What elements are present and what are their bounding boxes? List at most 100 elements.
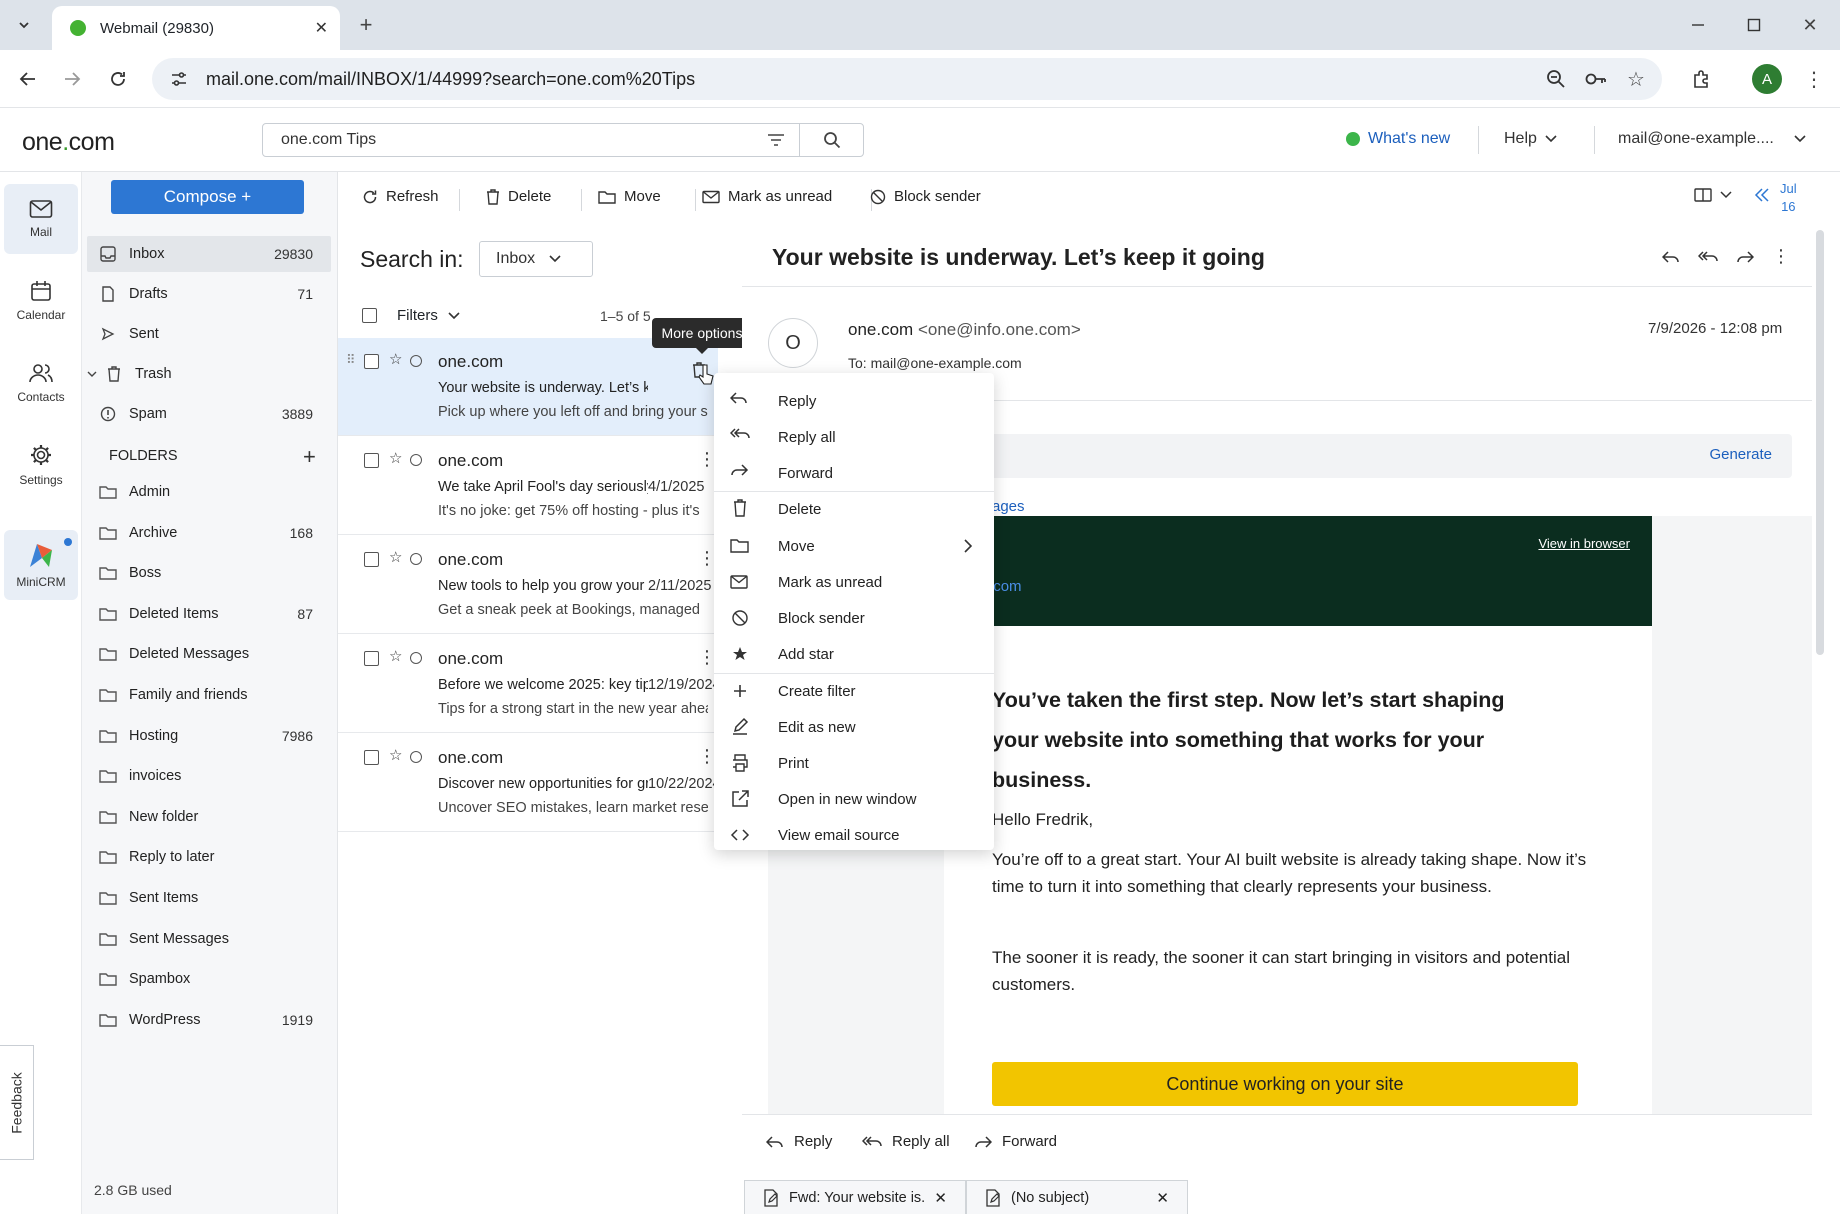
forward-nav-icon[interactable] — [58, 65, 86, 93]
row-checkbox[interactable] — [364, 354, 379, 369]
close-draft-icon[interactable]: ✕ — [1156, 1189, 1169, 1207]
search-scope-select[interactable]: Inbox — [479, 241, 593, 277]
folder-item[interactable]: Hosting 7986 — [87, 718, 331, 754]
folder-item[interactable]: Spambox — [87, 961, 331, 997]
folder-item[interactable]: Admin — [87, 474, 331, 510]
reply-icon[interactable] — [1662, 250, 1680, 264]
row-checkbox[interactable] — [364, 552, 379, 567]
folder-item[interactable]: invoices — [87, 758, 331, 794]
menu-item-forward[interactable]: Forward — [714, 455, 994, 491]
whats-new-link[interactable]: What's new — [1346, 130, 1450, 148]
maximize-icon[interactable] — [1740, 11, 1768, 39]
message-row[interactable]: ☆ one.com Before we welcome 2025: key tips… — [338, 635, 721, 733]
compose-button[interactable]: Compose + — [111, 180, 304, 214]
star-icon[interactable]: ☆ — [389, 746, 402, 764]
folder-inbox[interactable]: Inbox 29830 — [87, 236, 331, 272]
block-sender-button[interactable]: Block sender — [870, 188, 981, 205]
chevron-down-icon[interactable] — [448, 311, 460, 320]
read-status-icon[interactable] — [410, 553, 422, 565]
folder-sent[interactable]: Sent — [87, 316, 331, 352]
folder-drafts[interactable]: Drafts 71 — [87, 276, 331, 312]
browser-tab[interactable]: Webmail (29830) ✕ — [52, 6, 340, 50]
one-com-logo[interactable]: one.com — [22, 128, 115, 157]
folder-item[interactable]: Reply to later — [87, 839, 331, 875]
mail-search-box[interactable]: one.com Tips — [262, 123, 864, 157]
menu-item-reply[interactable]: Reply — [714, 383, 994, 419]
folder-item[interactable]: New folder — [87, 799, 331, 835]
select-all-checkbox[interactable] — [362, 308, 377, 323]
forward-icon[interactable] — [1736, 250, 1754, 264]
help-menu[interactable]: Help — [1504, 130, 1557, 148]
row-checkbox[interactable] — [364, 453, 379, 468]
menu-item-print[interactable]: Print — [714, 745, 994, 781]
folder-item[interactable]: Family and friends — [87, 677, 331, 713]
minimize-icon[interactable] — [1684, 11, 1712, 39]
message-row[interactable]: ☆ one.com We take April Fool's day serious… — [338, 437, 718, 535]
star-icon[interactable]: ☆ — [389, 449, 402, 467]
close-draft-icon[interactable]: ✕ — [934, 1189, 947, 1207]
browser-menu-icon[interactable]: ⋮ — [1800, 65, 1828, 93]
menu-item-edit-as-new[interactable]: Edit as new — [714, 709, 994, 745]
extensions-icon[interactable] — [1688, 65, 1716, 93]
menu-item-block-sender[interactable]: Block sender — [714, 600, 994, 636]
rail-settings[interactable]: Settings — [4, 430, 78, 500]
drag-handle-icon[interactable]: ⠿ — [346, 352, 356, 368]
folder-item[interactable]: Deleted Messages — [87, 636, 331, 672]
move-button[interactable]: Move — [598, 188, 661, 205]
view-in-browser-link[interactable]: View in browser — [1538, 536, 1630, 551]
menu-item-delete[interactable]: Delete — [714, 491, 994, 527]
continue-site-button[interactable]: Continue working on your site — [992, 1062, 1578, 1106]
folder-item[interactable]: Sent Messages — [87, 921, 331, 957]
menu-item-reply-all[interactable]: Reply all — [714, 419, 994, 455]
tab-search-chevron-icon[interactable] — [10, 11, 38, 39]
feedback-tab[interactable]: Feedback — [0, 1045, 34, 1160]
folder-item[interactable]: WordPress 1919 — [87, 1002, 331, 1038]
folder-item[interactable]: Deleted Items 87 — [87, 596, 331, 632]
menu-item-create-filter[interactable]: Create filter — [714, 673, 994, 709]
row-checkbox[interactable] — [364, 750, 379, 765]
draft-tab[interactable]: Fwd: Your website is... ✕ — [744, 1180, 966, 1214]
reading-pane-scrollbar[interactable] — [1816, 230, 1824, 655]
rail-minicrm[interactable]: MiniCRM — [4, 530, 78, 600]
close-tab-icon[interactable]: ✕ — [315, 18, 328, 38]
new-tab-icon[interactable]: + — [352, 11, 380, 39]
back-icon[interactable] — [14, 65, 42, 93]
read-status-icon[interactable] — [410, 652, 422, 664]
filters-button[interactable]: Filters — [397, 307, 438, 324]
message-row[interactable]: ⠿ ☆ one.com Your website is underway. Let’s… — [338, 338, 718, 436]
profile-avatar[interactable]: A — [1752, 64, 1782, 94]
filter-icon[interactable] — [753, 133, 799, 147]
folder-spam[interactable]: Spam 3889 — [87, 396, 331, 432]
rail-calendar[interactable]: Calendar — [4, 266, 78, 336]
star-icon[interactable]: ☆ — [389, 350, 402, 368]
calendar-date-badge[interactable]: Jul 16 — [1780, 180, 1797, 216]
url-bar[interactable]: mail.one.com/mail/INBOX/1/44999?search=o… — [152, 58, 1662, 100]
folder-item[interactable]: Sent Items — [87, 880, 331, 916]
chevron-down-icon[interactable] — [87, 371, 97, 378]
search-input[interactable]: one.com Tips — [263, 131, 753, 149]
mark-unread-button[interactable]: Mark as unread — [702, 188, 832, 205]
reply-all-button[interactable]: Reply all — [862, 1133, 950, 1150]
menu-item-open-in-new-window[interactable]: Open in new window — [714, 781, 994, 817]
add-folder-icon[interactable]: + — [303, 444, 316, 470]
row-checkbox[interactable] — [364, 651, 379, 666]
menu-item-move[interactable]: Move — [714, 528, 994, 564]
layout-toggle-button[interactable] — [1694, 188, 1732, 202]
search-button[interactable] — [799, 124, 863, 156]
folder-item[interactable]: Archive 168 — [87, 515, 331, 551]
sender-name[interactable]: one.com — [848, 320, 913, 339]
read-status-icon[interactable] — [410, 355, 422, 367]
zoom-icon[interactable] — [1542, 65, 1570, 93]
reply-button[interactable]: Reply — [766, 1133, 832, 1150]
folder-item[interactable]: Boss — [87, 555, 331, 591]
password-key-icon[interactable] — [1582, 65, 1610, 93]
reload-icon[interactable] — [104, 65, 132, 93]
reply-all-icon[interactable] — [1698, 250, 1718, 264]
close-window-icon[interactable]: ✕ — [1796, 11, 1824, 39]
read-status-icon[interactable] — [410, 454, 422, 466]
site-info-icon[interactable] — [170, 70, 188, 88]
generate-button[interactable]: Generate — [1709, 446, 1772, 463]
draft-tab[interactable]: (No subject) ✕ — [966, 1180, 1188, 1214]
rail-contacts[interactable]: Contacts — [4, 348, 78, 418]
refresh-button[interactable]: Refresh — [362, 188, 439, 205]
